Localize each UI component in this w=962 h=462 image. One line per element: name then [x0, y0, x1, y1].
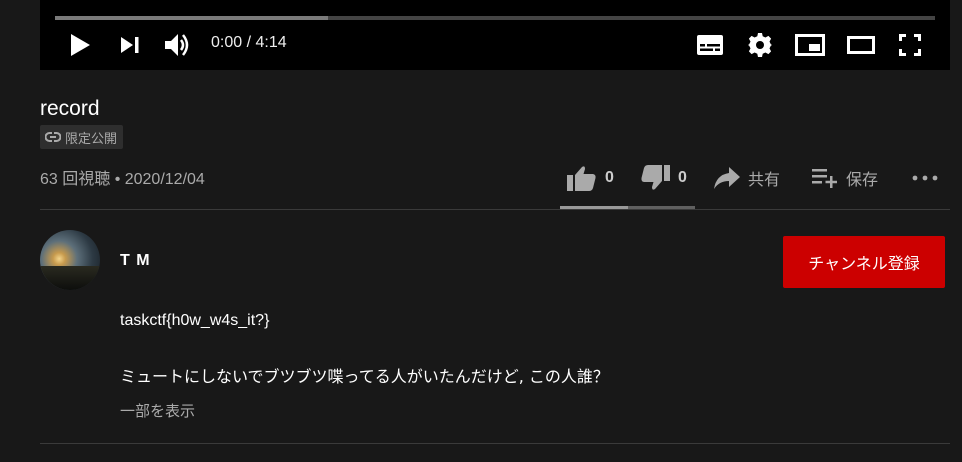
subtitles-button[interactable] [695, 30, 725, 60]
save-label: 保存 [846, 170, 879, 189]
channel-avatar[interactable] [40, 230, 100, 290]
fullscreen-icon [899, 34, 921, 56]
progress-bar-fill [55, 16, 328, 20]
description-line-1: taskctf{h0w_w4s_it?} [120, 312, 270, 329]
settings-icon [748, 33, 772, 57]
fullscreen-button[interactable] [895, 30, 925, 60]
time-display: 0:00 / 4:14 [211, 34, 287, 51]
visibility-label: 限定公開 [65, 131, 118, 147]
divider-top [40, 209, 950, 210]
save-button[interactable]: 保存 [812, 160, 878, 196]
more-actions-button[interactable] [912, 160, 938, 196]
dislike-button[interactable]: 0 [640, 160, 687, 196]
playlist-add-icon [812, 169, 837, 188]
like-button[interactable]: 0 [567, 160, 614, 196]
thumbs-down-icon [641, 165, 670, 190]
link-icon [45, 132, 61, 142]
theater-mode-button[interactable] [844, 30, 878, 60]
channel-name[interactable]: T M [120, 252, 151, 270]
share-label: 共有 [748, 170, 781, 189]
share-icon [714, 167, 740, 189]
next-icon [121, 37, 139, 53]
volume-button[interactable] [162, 30, 194, 60]
miniplayer-icon [795, 34, 825, 56]
view-count-date: 63 回視聴 • 2020/12/04 [40, 171, 205, 188]
like-count: 0 [605, 169, 614, 186]
show-less-link[interactable]: 一部を表示 [120, 400, 195, 421]
share-button[interactable]: 共有 [714, 160, 780, 196]
next-button[interactable] [116, 30, 144, 60]
volume-icon [165, 34, 189, 56]
video-player[interactable]: 0:00 / 4:14 [40, 0, 950, 70]
play-icon [71, 34, 90, 56]
settings-button[interactable] [745, 30, 775, 60]
subtitles-icon [697, 35, 723, 55]
progress-bar[interactable] [55, 16, 935, 20]
miniplayer-button[interactable] [793, 30, 827, 60]
thumbs-up-icon [567, 166, 596, 191]
theater-icon [847, 36, 875, 54]
divider-bottom [40, 443, 950, 444]
subscribe-button[interactable]: チャンネル登録 [783, 236, 945, 288]
visibility-badge: 限定公開 [40, 125, 124, 149]
video-title: record [40, 97, 100, 120]
play-button[interactable] [65, 30, 95, 60]
description-line-2: ミュートにしないでブツブツ喋ってる人がいたんだけど, この人誰？ [120, 367, 609, 386]
dislike-count: 0 [678, 169, 687, 186]
more-horizontal-icon [912, 175, 938, 181]
